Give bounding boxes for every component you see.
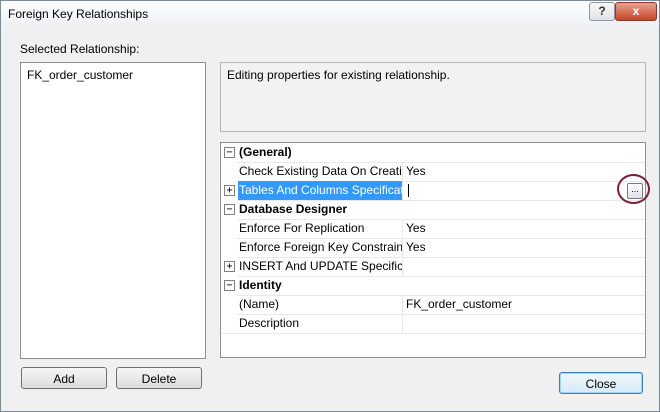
collapse-icon[interactable]: −	[224, 204, 235, 215]
close-button[interactable]: Close	[559, 372, 643, 394]
list-item[interactable]: FK_order_customer	[27, 68, 133, 82]
property-row-check-existing-data[interactable]: Check Existing Data On Creation Or Re-En…	[221, 162, 645, 182]
category-label: Identity	[239, 278, 282, 292]
row-gutter	[221, 219, 237, 238]
property-name: Description	[238, 314, 403, 333]
row-gutter: −	[221, 200, 237, 219]
property-row-tables-and-columns[interactable]: + Tables And Columns Specification ...	[221, 181, 645, 201]
category-label: Database Designer	[239, 202, 348, 216]
property-name: INSERT And UPDATE Specification	[238, 257, 403, 276]
category-identity[interactable]: − Identity	[221, 276, 645, 296]
category-general[interactable]: − (General)	[221, 143, 645, 163]
add-button[interactable]: Add	[21, 367, 107, 389]
property-grid[interactable]: − (General) Check Existing Data On Creat…	[220, 142, 646, 358]
property-value[interactable]: FK_order_customer	[406, 295, 512, 314]
property-row-description[interactable]: Description	[221, 314, 645, 334]
text-cursor	[408, 184, 409, 197]
category-label: (General)	[239, 145, 292, 159]
property-row-insert-update-spec[interactable]: + INSERT And UPDATE Specification	[221, 257, 645, 277]
property-value[interactable]: Yes	[406, 219, 426, 238]
highlight-circle	[617, 174, 650, 204]
property-name: (Name)	[238, 295, 403, 314]
property-row-enforce-fk-constraint[interactable]: Enforce Foreign Key Constraint Yes	[221, 238, 645, 258]
expand-icon[interactable]: +	[224, 185, 235, 196]
property-name: Enforce For Replication	[238, 219, 403, 238]
expand-icon[interactable]: +	[224, 261, 235, 272]
help-button[interactable]: ?	[589, 2, 615, 21]
row-gutter	[221, 295, 237, 314]
row-gutter	[221, 162, 237, 181]
window-title: Foreign Key Relationships	[8, 7, 149, 21]
collapse-icon[interactable]: −	[224, 280, 235, 291]
property-name: Enforce Foreign Key Constraint	[238, 238, 403, 257]
row-gutter	[221, 314, 237, 333]
close-window-button[interactable]: x	[615, 2, 657, 21]
category-database-designer[interactable]: − Database Designer	[221, 200, 645, 220]
property-row-enforce-replication[interactable]: Enforce For Replication Yes	[221, 219, 645, 239]
foreign-key-relationships-dialog: Foreign Key Relationships ? x Selected R…	[0, 0, 660, 412]
collapse-icon[interactable]: −	[224, 147, 235, 158]
delete-button[interactable]: Delete	[116, 367, 202, 389]
description-panel: Editing properties for existing relation…	[220, 62, 646, 132]
row-gutter: +	[221, 181, 237, 200]
description-text: Editing properties for existing relation…	[227, 68, 450, 82]
row-gutter: −	[221, 276, 237, 295]
property-value[interactable]: Yes	[406, 162, 426, 181]
row-gutter: −	[221, 143, 237, 162]
property-name: Tables And Columns Specification	[238, 181, 403, 200]
property-name: Check Existing Data On Creation Or Re-En…	[238, 162, 403, 181]
property-row-name[interactable]: (Name) FK_order_customer	[221, 295, 645, 315]
selected-relationship-label: Selected Relationship:	[20, 42, 140, 56]
relationship-list[interactable]: FK_order_customer	[20, 62, 206, 359]
property-value[interactable]: Yes	[406, 238, 426, 257]
row-gutter	[221, 238, 237, 257]
title-bar[interactable]: Foreign Key Relationships ? x	[1, 1, 659, 27]
row-gutter: +	[221, 257, 237, 276]
